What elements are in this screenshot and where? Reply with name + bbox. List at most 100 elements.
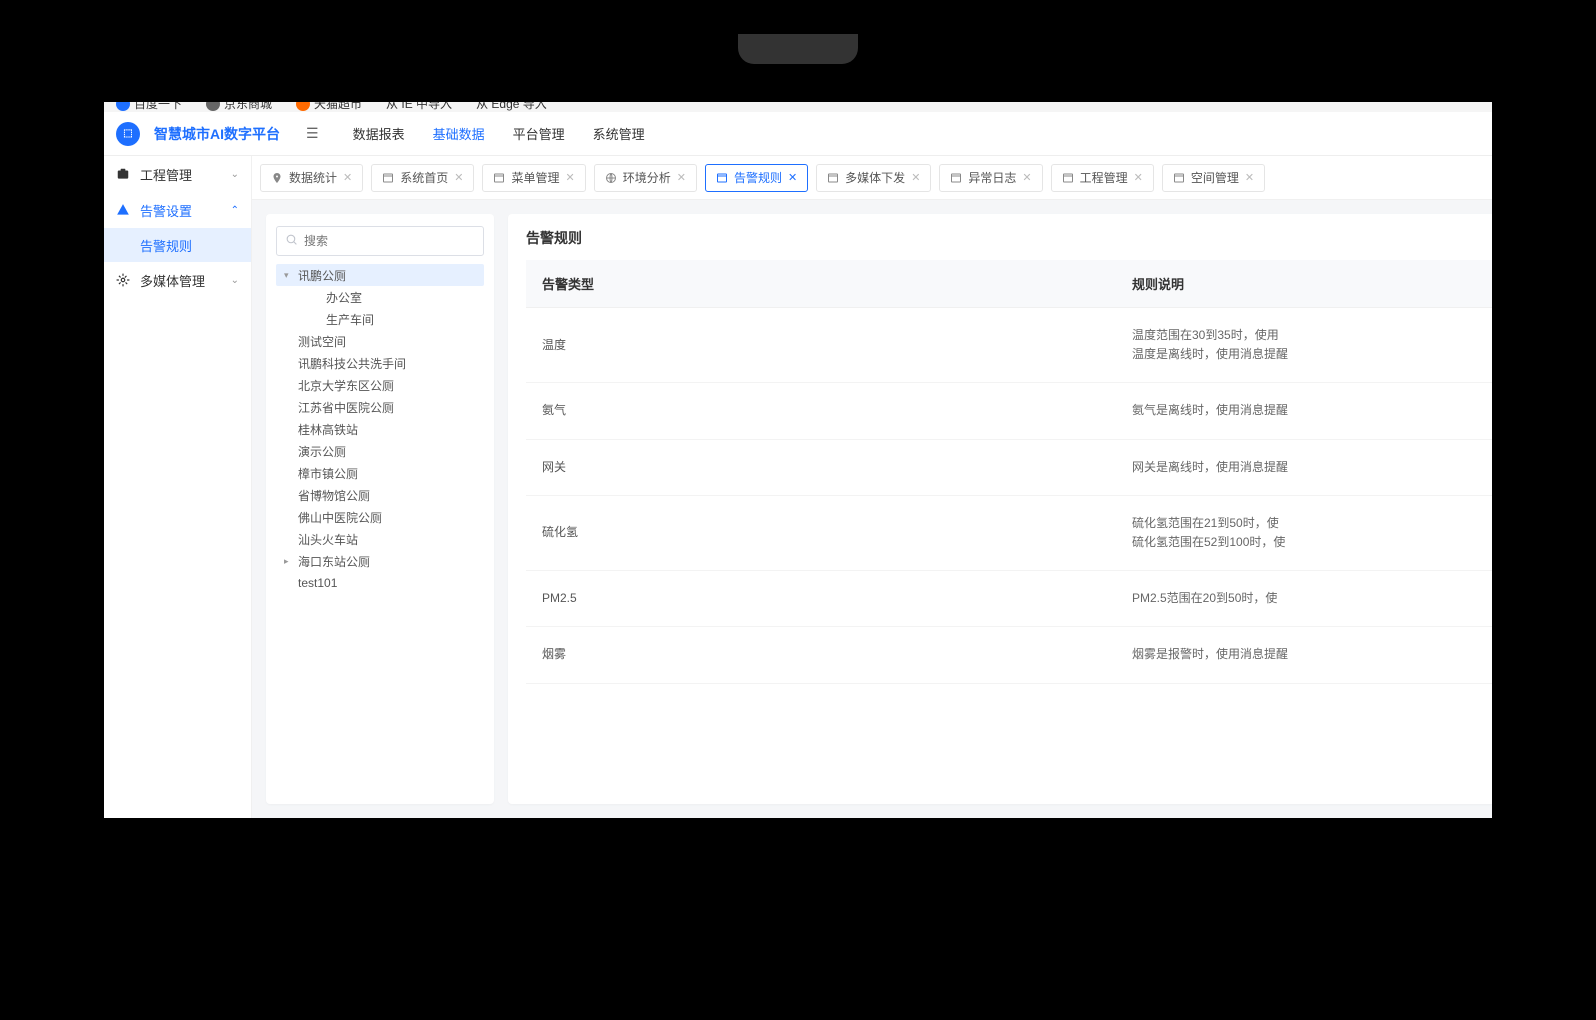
- bookmarks-bar: 百度一下 京东商城 天猫超市 从 IE 中导入 从 Edge 导入: [104, 102, 1492, 112]
- rules-panel: 告警规则 告警类型 规则说明 温度 温度范围在30到35时，使用温度是离线时，使…: [508, 214, 1492, 804]
- table-row[interactable]: PM2.5 PM2.5范围在20到50时，使: [526, 571, 1492, 627]
- nav-platform[interactable]: 平台管理: [513, 124, 565, 143]
- tree-node[interactable]: ▾讯鹏公厕: [276, 264, 484, 286]
- close-icon[interactable]: ✕: [788, 171, 797, 184]
- tab-菜单管理[interactable]: 菜单管理 ✕: [482, 164, 585, 192]
- nav-system[interactable]: 系统管理: [593, 124, 645, 143]
- close-icon[interactable]: ✕: [343, 171, 352, 184]
- table-row[interactable]: 氨气 氨气是离线时，使用消息提醒: [526, 383, 1492, 439]
- tree-node[interactable]: 江苏省中医院公厕: [276, 396, 484, 418]
- top-nav: 数据报表 基础数据 平台管理 系统管理: [353, 124, 645, 143]
- pin-icon: [271, 172, 283, 184]
- tree-node[interactable]: 省博物馆公厕: [276, 484, 484, 506]
- tree-node[interactable]: 桂林高铁站: [276, 418, 484, 440]
- tab-多媒体下发[interactable]: 多媒体下发 ✕: [816, 164, 931, 192]
- search-icon: [285, 233, 298, 249]
- tree-label: 海口东站公厕: [298, 553, 370, 570]
- panel-title: 告警规则: [526, 228, 1492, 248]
- window-icon: [716, 172, 728, 184]
- close-icon[interactable]: ✕: [1134, 171, 1143, 184]
- tree-search-input[interactable]: [304, 234, 475, 248]
- tree-label: 北京大学东区公厕: [298, 377, 394, 394]
- tree-label: test101: [298, 576, 337, 590]
- tree-label: 生产车间: [326, 311, 374, 328]
- content-wrap: ▾讯鹏公厕办公室生产车间测试空间讯鹏科技公共洗手间北京大学东区公厕江苏省中医院公…: [252, 200, 1492, 818]
- tab-label: 环境分析: [623, 169, 671, 186]
- tree-label: 办公室: [326, 289, 362, 306]
- sidebar-item-alert[interactable]: 告警设置 ⌃: [104, 192, 251, 228]
- close-icon[interactable]: ✕: [454, 171, 463, 184]
- table-row[interactable]: 网关 网关是离线时，使用消息提醒: [526, 439, 1492, 495]
- tree-node[interactable]: 讯鹏科技公共洗手间: [276, 352, 484, 374]
- location-tree: ▾讯鹏公厕办公室生产车间测试空间讯鹏科技公共洗手间北京大学东区公厕江苏省中医院公…: [276, 264, 484, 594]
- tree-toggle-icon[interactable]: ▾: [284, 270, 294, 281]
- tree-toggle-icon[interactable]: ▸: [284, 556, 294, 567]
- tab-label: 系统首页: [400, 169, 448, 186]
- tab-数据统计[interactable]: 数据统计 ✕: [260, 164, 363, 192]
- close-icon[interactable]: ✕: [565, 171, 574, 184]
- window-icon: [950, 172, 962, 184]
- tree-label: 桂林高铁站: [298, 421, 358, 438]
- table-row[interactable]: 烟雾 烟雾是报警时，使用消息提醒: [526, 627, 1492, 683]
- logo-icon: ⬚: [116, 122, 140, 146]
- nav-base-data[interactable]: 基础数据: [433, 124, 485, 143]
- tab-空间管理[interactable]: 空间管理 ✕: [1162, 164, 1265, 192]
- cell-desc: 硫化氢范围在21到50时，使硫化氢范围在52到100时，使: [1116, 495, 1492, 570]
- close-icon[interactable]: ✕: [911, 171, 920, 184]
- cell-desc: 温度范围在30到35时，使用温度是离线时，使用消息提醒: [1116, 308, 1492, 383]
- window-icon: [493, 172, 505, 184]
- tab-异常日志[interactable]: 异常日志 ✕: [939, 164, 1042, 192]
- tree-node[interactable]: 樟市镇公厕: [276, 462, 484, 484]
- window-icon: [1173, 172, 1185, 184]
- tab-label: 异常日志: [968, 169, 1016, 186]
- sidebar-sub-alert-rule[interactable]: 告警规则: [104, 228, 251, 262]
- cell-type: PM2.5: [526, 571, 1116, 627]
- tree-node[interactable]: test101: [276, 572, 484, 594]
- cell-type: 温度: [526, 308, 1116, 383]
- tab-工程管理[interactable]: 工程管理 ✕: [1051, 164, 1154, 192]
- cell-type: 烟雾: [526, 627, 1116, 683]
- bookmark-item[interactable]: 京东商城: [206, 102, 272, 112]
- tree-label: 省博物馆公厕: [298, 487, 370, 504]
- tree-node[interactable]: 生产车间: [276, 308, 484, 330]
- tab-label: 告警规则: [734, 169, 782, 186]
- tab-环境分析[interactable]: 环境分析 ✕: [594, 164, 697, 192]
- window-icon: [1062, 172, 1074, 184]
- tree-panel: ▾讯鹏公厕办公室生产车间测试空间讯鹏科技公共洗手间北京大学东区公厕江苏省中医院公…: [266, 214, 494, 804]
- tree-node[interactable]: 北京大学东区公厕: [276, 374, 484, 396]
- tree-label: 江苏省中医院公厕: [298, 399, 394, 416]
- cell-desc: 烟雾是报警时，使用消息提醒: [1116, 627, 1492, 683]
- th-type: 告警类型: [526, 260, 1116, 308]
- collapse-sidebar-button[interactable]: ☰: [306, 125, 319, 142]
- cell-type: 氨气: [526, 383, 1116, 439]
- bookmark-item[interactable]: 天猫超市: [296, 102, 362, 112]
- nav-data-report[interactable]: 数据报表: [353, 124, 405, 143]
- bookmark-icon: [296, 102, 310, 111]
- sidebar-item-project[interactable]: 工程管理 ⌄: [104, 156, 251, 192]
- table-row[interactable]: 硫化氢 硫化氢范围在21到50时，使硫化氢范围在52到100时，使: [526, 495, 1492, 570]
- close-icon[interactable]: ✕: [1022, 171, 1031, 184]
- app-header: ⬚ 智慧城市AI数字平台 ☰ 数据报表 基础数据 平台管理 系统管理: [104, 112, 1492, 156]
- tree-node[interactable]: 办公室: [276, 286, 484, 308]
- cell-desc: PM2.5范围在20到50时，使: [1116, 571, 1492, 627]
- bookmark-item[interactable]: 百度一下: [116, 102, 182, 112]
- table-row[interactable]: 温度 温度范围在30到35时，使用温度是离线时，使用消息提醒: [526, 308, 1492, 383]
- close-icon[interactable]: ✕: [677, 171, 686, 184]
- th-desc: 规则说明: [1116, 260, 1492, 308]
- tree-node[interactable]: 测试空间: [276, 330, 484, 352]
- tree-node[interactable]: 汕头火车站: [276, 528, 484, 550]
- bookmark-item[interactable]: 从 Edge 导入: [476, 102, 547, 112]
- sidebar-item-media[interactable]: 多媒体管理 ⌄: [104, 262, 251, 298]
- chevron-up-icon: ⌃: [231, 205, 239, 216]
- tree-node[interactable]: 佛山中医院公厕: [276, 506, 484, 528]
- tab-label: 空间管理: [1191, 169, 1239, 186]
- tab-告警规则[interactable]: 告警规则 ✕: [705, 164, 808, 192]
- tree-label: 测试空间: [298, 333, 346, 350]
- bookmark-item[interactable]: 从 IE 中导入: [386, 102, 452, 112]
- tree-node[interactable]: 演示公厕: [276, 440, 484, 462]
- close-icon[interactable]: ✕: [1245, 171, 1254, 184]
- tree-label: 樟市镇公厕: [298, 465, 358, 482]
- tree-node[interactable]: ▸ 海口东站公厕: [276, 550, 484, 572]
- tree-search-box[interactable]: [276, 226, 484, 256]
- tab-系统首页[interactable]: 系统首页 ✕: [371, 164, 474, 192]
